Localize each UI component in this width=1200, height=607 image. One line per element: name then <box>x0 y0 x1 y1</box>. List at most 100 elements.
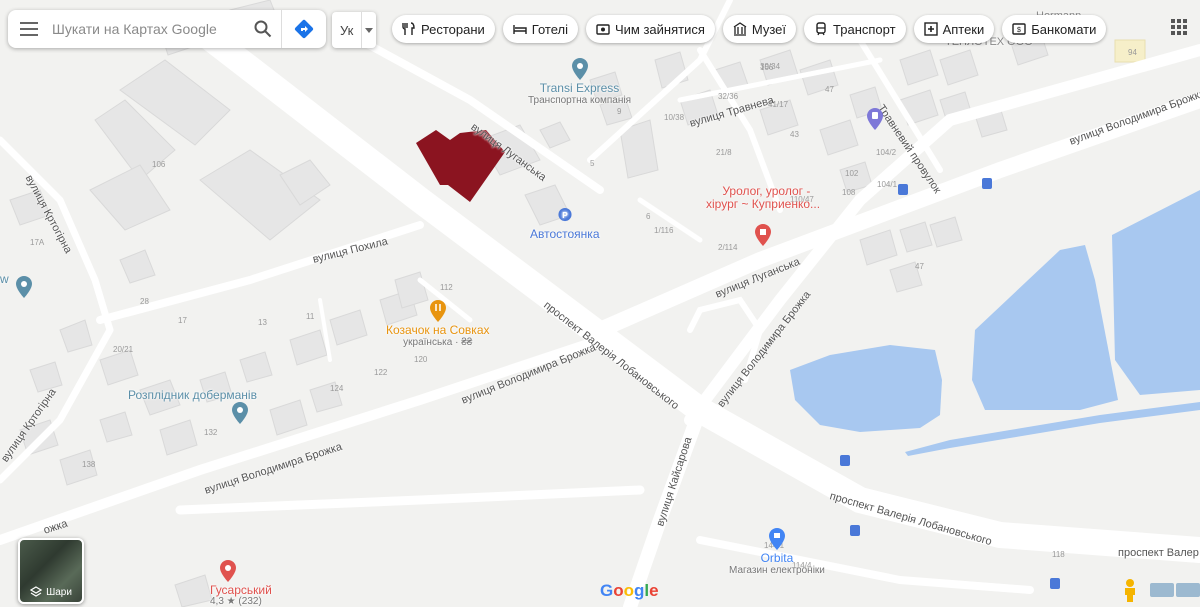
building-number: 120 <box>414 355 428 364</box>
category-chips: Ресторани Готелі Чим зайнятися Музеї Тра… <box>392 15 1107 43</box>
building-number: 122 <box>374 368 388 377</box>
building-number: 104/1 <box>877 180 898 189</box>
restaurant-pin-icon <box>220 560 236 582</box>
svg-text:$: $ <box>1017 27 1021 34</box>
poi-husarskyi[interactable]: Гусарський 4,3 ★ (232) <box>210 560 272 607</box>
poi-rozplidnyk[interactable]: Розплідник доберманів <box>128 388 257 425</box>
hotel-icon <box>513 25 527 34</box>
building-number: 47 <box>825 85 834 94</box>
building-number: 138 <box>82 460 96 469</box>
building-number: 112 <box>440 283 453 292</box>
building-number: 5 <box>590 159 595 168</box>
building-number: 32/36 <box>718 92 739 101</box>
hamburger-menu-icon <box>20 22 38 36</box>
museum-icon <box>733 22 747 36</box>
transit-pin-icon <box>867 108 883 130</box>
poi-subtitle: Транспортна компанія <box>528 95 632 106</box>
hospital-pin-icon <box>755 224 772 246</box>
chip-label: Ресторани <box>421 21 485 37</box>
building-number: 41/17 <box>768 100 789 109</box>
chip-label: Чим зайнятися <box>614 21 705 37</box>
restaurant-icon <box>402 22 415 35</box>
svg-text:P: P <box>562 211 568 220</box>
poi-subtitle: 4,3 ★ (232) <box>210 596 262 607</box>
chip-museums[interactable]: Музеї <box>722 15 797 43</box>
poi-name: Transi Express <box>539 81 620 95</box>
chip-things-to-do[interactable]: Чим зайнятися <box>585 15 715 43</box>
building-number: 28 <box>140 297 149 306</box>
poi-name: w <box>0 272 9 286</box>
poi-name: Уролог, уролог - хірург ~ Куприенко... <box>706 184 821 211</box>
building-number: 102 <box>845 169 859 178</box>
search-input[interactable] <box>50 20 245 38</box>
directions-icon <box>294 19 314 39</box>
building-number: 11 <box>306 312 315 321</box>
poi-transi-express[interactable]: Transi Express Транспортна компанія <box>528 58 631 106</box>
shopping-pin-icon <box>768 528 785 550</box>
location-pin-icon <box>232 402 248 424</box>
chip-atms[interactable]: $ Банкомати <box>1002 15 1107 43</box>
layers-label: Шари <box>46 586 72 598</box>
poi-subtitle: українська · ₴₴ <box>403 337 473 348</box>
poi-name: Гусарський <box>210 583 272 597</box>
building-number: 20/21 <box>113 345 134 354</box>
building-number: 17 <box>178 316 187 325</box>
building-number: 17А <box>30 238 45 247</box>
search-box <box>8 10 326 48</box>
building-number: 104/2 <box>876 148 897 157</box>
search-icon <box>254 20 272 38</box>
language-selector[interactable]: Ук <box>332 12 376 48</box>
poi-name: Orbita <box>760 551 794 565</box>
chip-restaurants[interactable]: Ресторани <box>392 15 495 43</box>
search-button[interactable] <box>245 10 281 48</box>
chip-label: Музеї <box>751 21 787 37</box>
building-number: 1/116 <box>654 226 674 235</box>
poi-name: Козачок на Совках <box>386 323 490 337</box>
language-label: Ук <box>340 22 354 38</box>
poi-urolog[interactable]: Уролог, уролог - хірург ~ Куприенко... <box>706 172 820 260</box>
chip-label: Транспорт <box>833 21 896 37</box>
pharmacy-icon <box>923 22 938 36</box>
chip-transit[interactable]: Транспорт <box>804 15 906 43</box>
directions-button[interactable] <box>281 10 326 48</box>
location-pin-icon <box>571 58 588 80</box>
building-number: 21/8 <box>716 148 732 157</box>
pegman-icon[interactable] <box>1120 578 1140 602</box>
building-number: 47 <box>915 262 924 271</box>
poi-avtostoyanka[interactable]: P Автостоянка <box>530 208 600 241</box>
building-number: 124 <box>330 384 344 393</box>
chip-label: Банкомати <box>1031 21 1097 37</box>
parking-icon: P <box>558 208 572 222</box>
poi-subtitle: Магазин електроніки <box>729 565 825 576</box>
chip-hotels[interactable]: Готелі <box>502 15 578 43</box>
building-number: 9 <box>617 107 622 116</box>
poi-name: Розплідник доберманів <box>128 388 257 402</box>
building-number: 108 <box>842 188 856 197</box>
building-number: 94 <box>1128 48 1137 57</box>
google-logo: Google <box>600 581 659 600</box>
restaurant-pin-icon <box>429 300 446 322</box>
building-number: 132 <box>204 428 218 437</box>
atm-icon: $ <box>1012 23 1026 35</box>
caret-down-icon <box>361 12 376 48</box>
menu-button[interactable] <box>8 10 50 48</box>
location-pin-icon <box>16 276 32 298</box>
poi-name: Автостоянка <box>530 227 600 241</box>
road-label-lobanovskoho: проспект Валер <box>1118 547 1199 559</box>
apps-grid-icon[interactable] <box>1166 14 1192 40</box>
building-number: 10/38 <box>664 113 685 122</box>
layers-button[interactable]: Шари <box>18 538 84 604</box>
chip-label: Аптеки <box>942 21 985 37</box>
chip-pharmacies[interactable]: Аптеки <box>913 15 995 43</box>
imagery-thumbnails[interactable] <box>1150 583 1200 597</box>
transit-icon <box>816 22 826 36</box>
building-number: 106 <box>760 63 774 72</box>
building-number: 13 <box>258 318 267 327</box>
camera-icon <box>596 24 610 35</box>
building-number: 6 <box>646 212 651 221</box>
poi-w-partial[interactable]: w <box>0 272 9 286</box>
poi-kozachok[interactable]: Козачок на Совках українська · ₴₴ <box>386 300 490 348</box>
building-number: 118 <box>1052 550 1065 559</box>
chip-label: Готелі <box>531 21 568 37</box>
poi-orbita[interactable]: Orbita Магазин електроніки <box>729 528 825 576</box>
